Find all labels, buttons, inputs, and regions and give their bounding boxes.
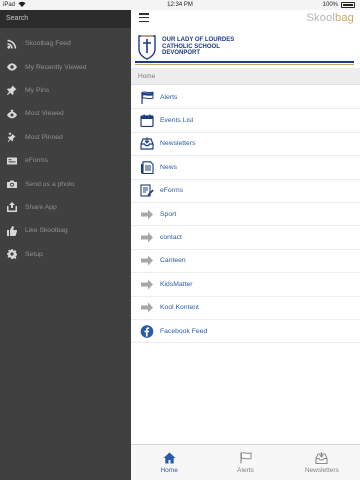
- list-item-label: eForms: [160, 187, 184, 195]
- sidebar-item-label: Setup: [25, 250, 43, 258]
- school-name-line1: OUR LADY OF LOURDES: [162, 37, 235, 44]
- list-item-facebook-feed[interactable]: Facebook Feed: [131, 320, 360, 344]
- news-icon: [139, 160, 155, 174]
- share-icon: [6, 201, 18, 213]
- list-item-label: Sport: [160, 210, 177, 218]
- school-name: OUR LADY OF LOURDES CATHOLIC SCHOOL DEVO…: [162, 37, 234, 57]
- list-item-label: Events List: [160, 117, 194, 125]
- list-item-sport[interactable]: Sport: [131, 203, 360, 227]
- list-item-label: Alerts: [160, 93, 178, 101]
- list-item-label: Facebook Feed: [160, 327, 208, 335]
- hamburger-menu-button[interactable]: [139, 13, 149, 23]
- search-input[interactable]: Search: [0, 10, 131, 28]
- sidebar-item-label: Most Viewed: [25, 110, 64, 118]
- form-icon: [6, 155, 18, 167]
- list-item-canteen[interactable]: Canteen: [131, 250, 360, 274]
- pin-icon: [6, 84, 18, 96]
- sidebar-item-my-pins[interactable]: My Pins: [0, 79, 131, 102]
- brand-main-text: Skool: [306, 12, 336, 24]
- sidebar-item-label: eForms: [25, 157, 49, 165]
- tab-newsletters[interactable]: Newsletters: [284, 445, 360, 480]
- sidebar-item-send-photo[interactable]: Send us a photo: [0, 172, 131, 195]
- skoolbag-logo: Skoolbag: [307, 12, 354, 24]
- clock: 12:34 PM: [167, 2, 193, 8]
- tab-label: Home: [160, 466, 178, 474]
- tab-label: Alerts: [237, 466, 254, 474]
- gear-icon: [6, 248, 18, 260]
- sidebar-item-label: My Pins: [25, 86, 50, 94]
- sidebar-item-label: Like Skoolbag: [25, 227, 68, 235]
- inbox-icon: [139, 137, 155, 151]
- sidebar-item-setup[interactable]: Setup: [0, 243, 131, 266]
- inbox-icon: [315, 451, 328, 464]
- school-banner: OUR LADY OF LOURDES CATHOLIC SCHOOL DEVO…: [135, 32, 354, 62]
- like-icon: [6, 225, 18, 237]
- arrow-right-icon: [139, 277, 155, 291]
- list-item-label: contact: [160, 234, 182, 242]
- eform-icon: [139, 184, 155, 198]
- sidebar-item-eforms[interactable]: eForms: [0, 149, 131, 172]
- banner-divider: [135, 61, 354, 63]
- home-icon: [163, 452, 176, 463]
- sidebar-item-like-skoolbag[interactable]: Like Skoolbag: [0, 219, 131, 242]
- school-crest-icon: [138, 35, 156, 60]
- flag-icon: [240, 451, 252, 463]
- sidebar-item-most-pinned[interactable]: Most Pinned: [0, 126, 131, 149]
- calendar-icon: [139, 114, 155, 128]
- list-item-label: KidsMatter: [160, 280, 193, 288]
- list-item-label: Newsletters: [160, 140, 196, 148]
- tab-label: Newsletters: [304, 466, 339, 474]
- list-item-label: News: [160, 163, 177, 171]
- arrow-right-icon: [139, 207, 155, 221]
- arrow-right-icon: [139, 231, 155, 245]
- arrow-right-icon: [139, 254, 155, 268]
- tab-bar: Home Alerts Newsletters: [131, 444, 360, 480]
- sidebar-item-label: Most Pinned: [25, 133, 63, 141]
- arrow-right-icon: [139, 301, 155, 315]
- list-item-newsletters[interactable]: Newsletters: [131, 133, 360, 157]
- tab-home[interactable]: Home: [131, 445, 207, 480]
- camera-icon: [6, 178, 18, 190]
- sidebar-item-label: Skoolbag Feed: [25, 40, 71, 48]
- eye-star-icon: [6, 108, 18, 120]
- sidebar-item-skoolbag-feed[interactable]: Skoolbag Feed: [0, 32, 131, 55]
- sidebar-item-most-viewed[interactable]: Most Viewed: [0, 102, 131, 125]
- list-item-contact[interactable]: contact: [131, 226, 360, 250]
- list-item-kool-kontent[interactable]: Kool Kontent: [131, 297, 360, 320]
- battery-percent: 100%: [322, 2, 338, 8]
- list-item-eforms[interactable]: eForms: [131, 180, 360, 203]
- sidebar-menu: Skoolbag Feed My Recently Viewed My Pins…: [0, 28, 131, 266]
- header: Skoolbag OUR LADY OF LOURDES CATHOLIC SC…: [131, 10, 360, 68]
- breadcrumb: Home: [131, 68, 360, 85]
- sidebar-item-recently-viewed[interactable]: My Recently Viewed: [0, 55, 131, 78]
- list-item-events-list[interactable]: Events List: [131, 109, 360, 133]
- sidebar-item-label: Send us a photo: [25, 180, 75, 188]
- list-item-label: Kool Kontent: [160, 304, 199, 312]
- list-item-kidsmatter[interactable]: KidsMatter: [131, 273, 360, 297]
- flag-icon: [139, 90, 155, 104]
- sidebar-item-label: My Recently Viewed: [25, 63, 87, 71]
- sidebar-item-label: Share App: [25, 203, 57, 211]
- school-name-line2: CATHOLIC SCHOOL: [162, 43, 220, 50]
- battery-icon: [341, 2, 355, 8]
- content-list: Alerts Events List Newsletters News eFor…: [131, 86, 360, 344]
- main-panel: Skoolbag OUR LADY OF LOURDES CATHOLIC SC…: [131, 10, 360, 480]
- facebook-icon: [139, 324, 155, 338]
- status-bar: iPad 12:34 PM 100%: [0, 0, 360, 10]
- eye-icon: [6, 61, 18, 73]
- pin-star-icon: [6, 131, 18, 143]
- sidebar: Search Skoolbag Feed My Recently Viewed …: [0, 10, 131, 480]
- banner-divider-accent: [135, 64, 354, 65]
- list-item-news[interactable]: News: [131, 156, 360, 180]
- sidebar-item-share-app[interactable]: Share App: [0, 196, 131, 219]
- tab-alerts[interactable]: Alerts: [207, 445, 283, 480]
- list-item-label: Canteen: [160, 257, 186, 265]
- list-item-alerts[interactable]: Alerts: [131, 86, 360, 110]
- rss-icon: [6, 38, 18, 50]
- brand-accent-text: bag: [335, 12, 354, 24]
- school-name-line3: DEVONPORT: [162, 50, 201, 57]
